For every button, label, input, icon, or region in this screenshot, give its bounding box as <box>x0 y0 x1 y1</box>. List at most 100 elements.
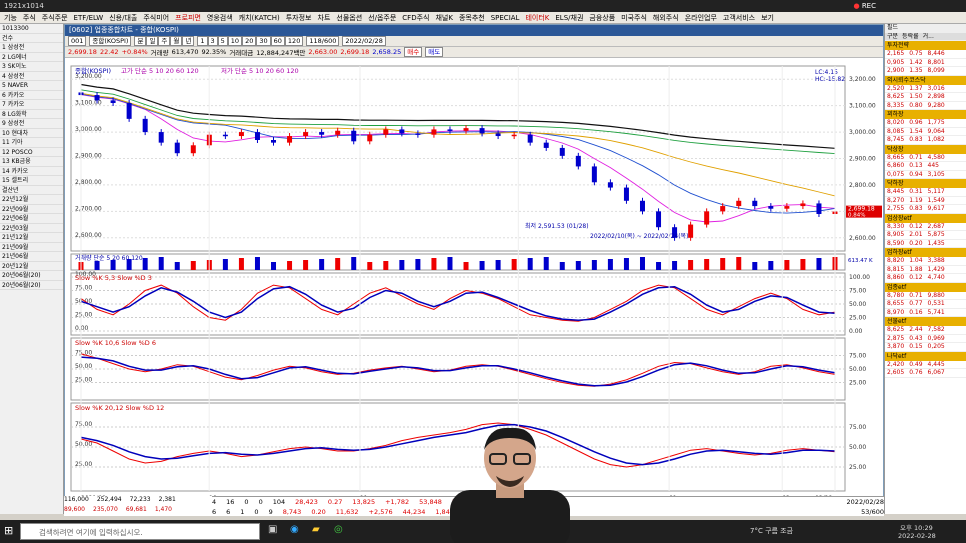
table-row[interactable]: 8,085 1.54 9,064 <box>885 128 966 136</box>
menu-item[interactable]: 주식 <box>23 12 36 23</box>
period-button[interactable]: 년 <box>182 36 195 46</box>
table-row[interactable]: 2,875 0.43 0,969 <box>885 335 966 343</box>
tick-button[interactable]: 10 <box>227 36 243 46</box>
right-tab[interactable]: 필드 <box>885 24 966 33</box>
table-row[interactable]: 8,970 0.16 5,741 <box>885 309 966 317</box>
list-item[interactable]: 10 현대차 <box>0 129 63 138</box>
list-item[interactable]: 9 삼성전 <box>0 119 63 129</box>
menu-item[interactable]: ETF/ELW <box>74 12 104 23</box>
tick-button[interactable]: 20 <box>242 36 257 46</box>
period-button[interactable]: 주 <box>158 36 171 46</box>
date-field[interactable]: 2022/02/28 <box>342 36 386 46</box>
list-item[interactable]: 22년03월 <box>0 224 63 233</box>
table-row[interactable]: 6,860 0.13 445 <box>885 162 966 171</box>
clock-date[interactable]: 2022-02-28 <box>898 532 936 540</box>
list-item[interactable]: 13 KB금융 <box>0 157 63 167</box>
menu-item[interactable]: 선물옵션 <box>336 12 362 23</box>
list-item[interactable]: 21년09월 <box>0 243 63 252</box>
tick-button[interactable]: 60 <box>270 36 285 46</box>
list-item[interactable]: 건수 <box>0 34 63 43</box>
list-item[interactable]: 결산년 <box>0 186 63 195</box>
menu-item[interactable]: 기능 <box>4 12 17 23</box>
menu-item[interactable]: 주식주문 <box>42 12 68 23</box>
table-row[interactable]: 8,815 1.88 1,429 <box>885 266 966 274</box>
list-item[interactable]: 6 카카오 <box>0 91 63 100</box>
menu-item[interactable]: 종목추천 <box>459 12 485 23</box>
bottom-date[interactable]: 2022/02/28 <box>847 497 884 507</box>
table-row[interactable]: 8,655 0.77 0,531 <box>885 300 966 309</box>
taskbar-search-input[interactable]: 검색하려면 여기에 입력하십시오. <box>20 523 260 540</box>
table-row[interactable]: 8,780 0.71 9,880 <box>885 292 966 300</box>
section-header[interactable]: 선물etf <box>885 317 966 326</box>
list-item[interactable]: 1 삼성전 <box>0 43 63 53</box>
tick-button[interactable]: 120 <box>284 36 304 46</box>
table-row[interactable]: 2,520 1.37 3,016 <box>885 85 966 93</box>
table-row[interactable]: 2,900 1.35 8,099 <box>885 67 966 76</box>
table-row[interactable]: 2,605 0.76 6,067 <box>885 369 966 378</box>
list-item[interactable]: 7 카카오 <box>0 100 63 110</box>
code-input[interactable]: 001 <box>68 36 87 46</box>
menu-item[interactable]: 고객서비스 <box>723 12 755 23</box>
table-row[interactable]: 8,445 0.31 5,117 <box>885 188 966 197</box>
menu-item[interactable]: 금융상품 <box>589 12 615 23</box>
menu-item[interactable]: ELS/채권 <box>555 12 583 23</box>
table-row[interactable]: 8,665 0.71 4,580 <box>885 154 966 162</box>
menu-item[interactable]: 프로피면 <box>175 12 201 23</box>
table-row[interactable]: 8,335 0.80 9,280 <box>885 102 966 110</box>
weather-text[interactable]: 7°C 구름 조금 <box>750 526 793 536</box>
count-field[interactable]: 118/600 <box>306 36 340 46</box>
menu-item[interactable]: SPECIAL <box>491 12 520 23</box>
list-item[interactable]: 20년12월 <box>0 262 63 271</box>
edge-icon[interactable]: ◉ <box>290 524 299 535</box>
list-item[interactable]: 4 삼성전 <box>0 72 63 81</box>
tick-button[interactable]: 5 <box>217 36 228 46</box>
list-item[interactable]: 8 LG화학 <box>0 110 63 119</box>
table-row[interactable]: 8,905 2.01 5,875 <box>885 231 966 240</box>
menu-item[interactable]: CFD주식 <box>402 12 429 23</box>
table-row[interactable]: 8,860 0.12 4,740 <box>885 274 966 283</box>
taskview-icon[interactable]: ▣ <box>268 524 277 535</box>
table-row[interactable]: 2,165 0.75 8,446 <box>885 50 966 59</box>
section-header[interactable]: 외시뢰수코스닥 <box>885 75 966 85</box>
folder-icon[interactable]: ▰ <box>312 524 320 535</box>
menu-item[interactable]: 테이터K <box>525 12 549 23</box>
table-row[interactable]: 8,020 0.96 1,775 <box>885 119 966 128</box>
menu-item[interactable]: 온라인업무 <box>685 12 717 23</box>
column-header[interactable]: 거... <box>923 33 934 41</box>
table-row[interactable]: 8,590 0.20 1,435 <box>885 240 966 248</box>
section-header[interactable]: 업상장etf <box>885 213 966 223</box>
list-item[interactable]: 2 LG에너 <box>0 53 63 62</box>
list-item[interactable]: 14 카카오 <box>0 167 63 176</box>
list-item[interactable]: 21년06월 <box>0 252 63 262</box>
section-header[interactable]: 업하장etf <box>885 248 966 257</box>
period-button[interactable]: 월 <box>170 36 183 46</box>
table-row[interactable]: 0,905 1.42 8,801 <box>885 59 966 67</box>
menu-item[interactable]: 채널K <box>435 12 452 23</box>
menu-item[interactable]: 미국주식 <box>621 12 647 23</box>
list-item[interactable]: 22년06월 <box>0 214 63 224</box>
column-header[interactable]: 구분 <box>887 33 898 41</box>
windows-start-icon[interactable]: ⊞ <box>4 524 13 537</box>
chrome-icon[interactable]: ◎ <box>334 524 343 535</box>
section-header[interactable]: 업종etf <box>885 282 966 292</box>
section-header[interactable]: 나닥etf <box>885 351 966 361</box>
list-item[interactable]: 3 SK이노 <box>0 62 63 72</box>
list-item[interactable]: 11 기아 <box>0 138 63 148</box>
section-header[interactable]: 꾀하장 <box>885 110 966 119</box>
menu-item[interactable]: 차트 <box>318 12 331 23</box>
menu-item[interactable]: 신용/대출 <box>109 12 137 23</box>
section-header[interactable]: 닥하장 <box>885 179 966 188</box>
menu-item[interactable]: 선/옵주문 <box>368 12 396 23</box>
table-row[interactable]: 2,420 0.49 4,445 <box>885 361 966 369</box>
menu-item[interactable]: 캐치(KATCH) <box>239 12 280 23</box>
left-code[interactable]: 1013300 <box>0 24 63 34</box>
list-item[interactable]: 20년06월(20) <box>0 281 63 290</box>
period-button[interactable]: 일 <box>146 36 159 46</box>
menu-item[interactable]: 보기 <box>761 12 774 23</box>
tick-button[interactable]: 3 <box>207 36 218 46</box>
list-item[interactable]: 22년12월 <box>0 195 63 205</box>
list-item[interactable]: 15 셀트리 <box>0 176 63 186</box>
list-item[interactable]: 5 NAVER <box>0 81 63 91</box>
list-item[interactable]: 21년12월 <box>0 233 63 243</box>
name-field[interactable]: 종합(KOSPI) <box>89 36 132 46</box>
